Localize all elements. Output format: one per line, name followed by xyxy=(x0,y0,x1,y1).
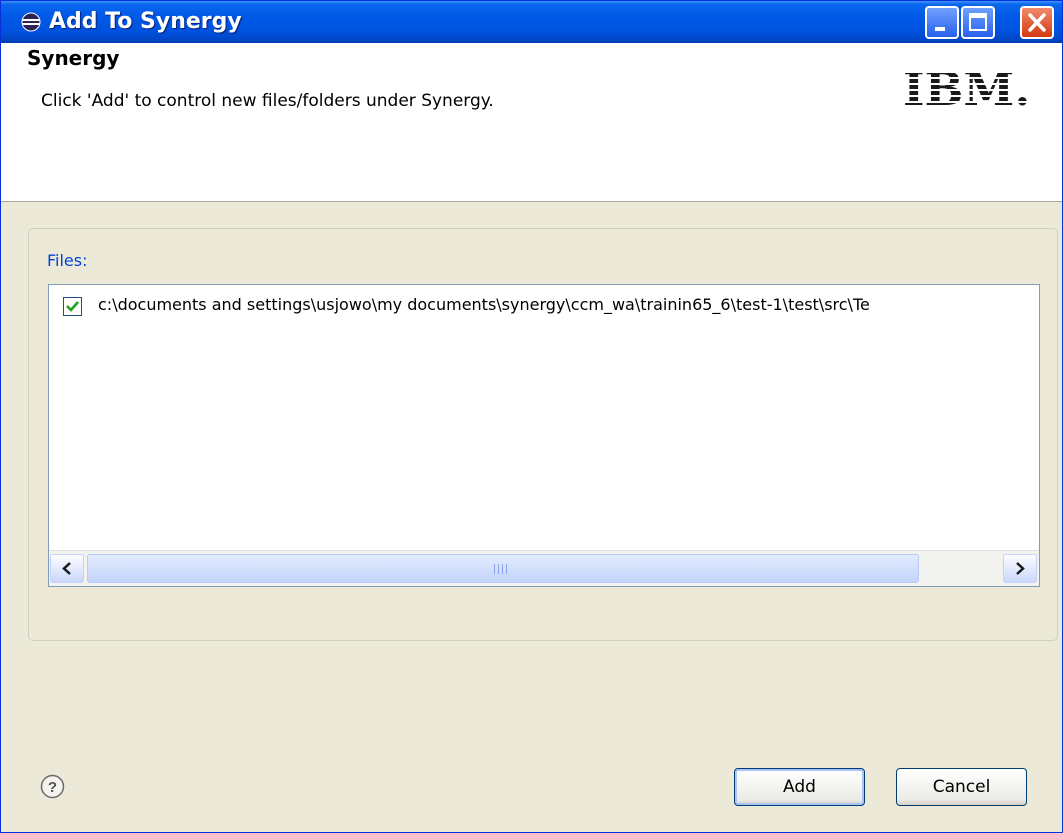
svg-text:?: ? xyxy=(48,779,57,796)
add-to-synergy-dialog: Add To Synergy Synergy Click 'Add' to co… xyxy=(0,0,1063,833)
horizontal-scrollbar[interactable] xyxy=(49,550,1039,586)
cancel-button[interactable]: Cancel xyxy=(896,768,1027,806)
close-icon xyxy=(1028,13,1046,32)
files-label: Files: xyxy=(47,251,88,270)
banner-title: Synergy xyxy=(27,46,120,70)
window-title: Add To Synergy xyxy=(49,9,242,34)
checkmark-icon xyxy=(66,301,79,312)
chevron-right-icon xyxy=(1016,562,1025,575)
file-checkbox[interactable] xyxy=(63,297,82,316)
svg-text:IBM.: IBM. xyxy=(903,62,1030,111)
help-icon[interactable]: ? xyxy=(40,774,65,799)
minimize-icon xyxy=(935,27,945,31)
files-list[interactable]: c:\documents and settings\usjowo\my docu… xyxy=(48,284,1040,587)
banner-description: Click 'Add' to control new files/folders… xyxy=(41,91,494,111)
ibm-logo: IBM. xyxy=(903,62,1030,111)
scroll-left-button[interactable] xyxy=(50,554,84,583)
scroll-right-button[interactable] xyxy=(1003,554,1037,583)
maximize-button[interactable] xyxy=(961,6,995,39)
chevron-left-icon xyxy=(62,562,71,575)
list-item[interactable]: c:\documents and settings\usjowo\my docu… xyxy=(49,285,1039,325)
minimize-button[interactable] xyxy=(925,6,959,39)
file-path: c:\documents and settings\usjowo\my docu… xyxy=(98,295,870,314)
maximize-icon xyxy=(969,13,987,31)
title-bar[interactable]: Add To Synergy xyxy=(1,1,1062,43)
close-button[interactable] xyxy=(1020,6,1054,39)
eclipse-icon xyxy=(21,12,41,32)
scroll-thumb[interactable] xyxy=(87,554,919,583)
add-button[interactable]: Add xyxy=(734,768,865,806)
grip-icon xyxy=(494,564,507,574)
